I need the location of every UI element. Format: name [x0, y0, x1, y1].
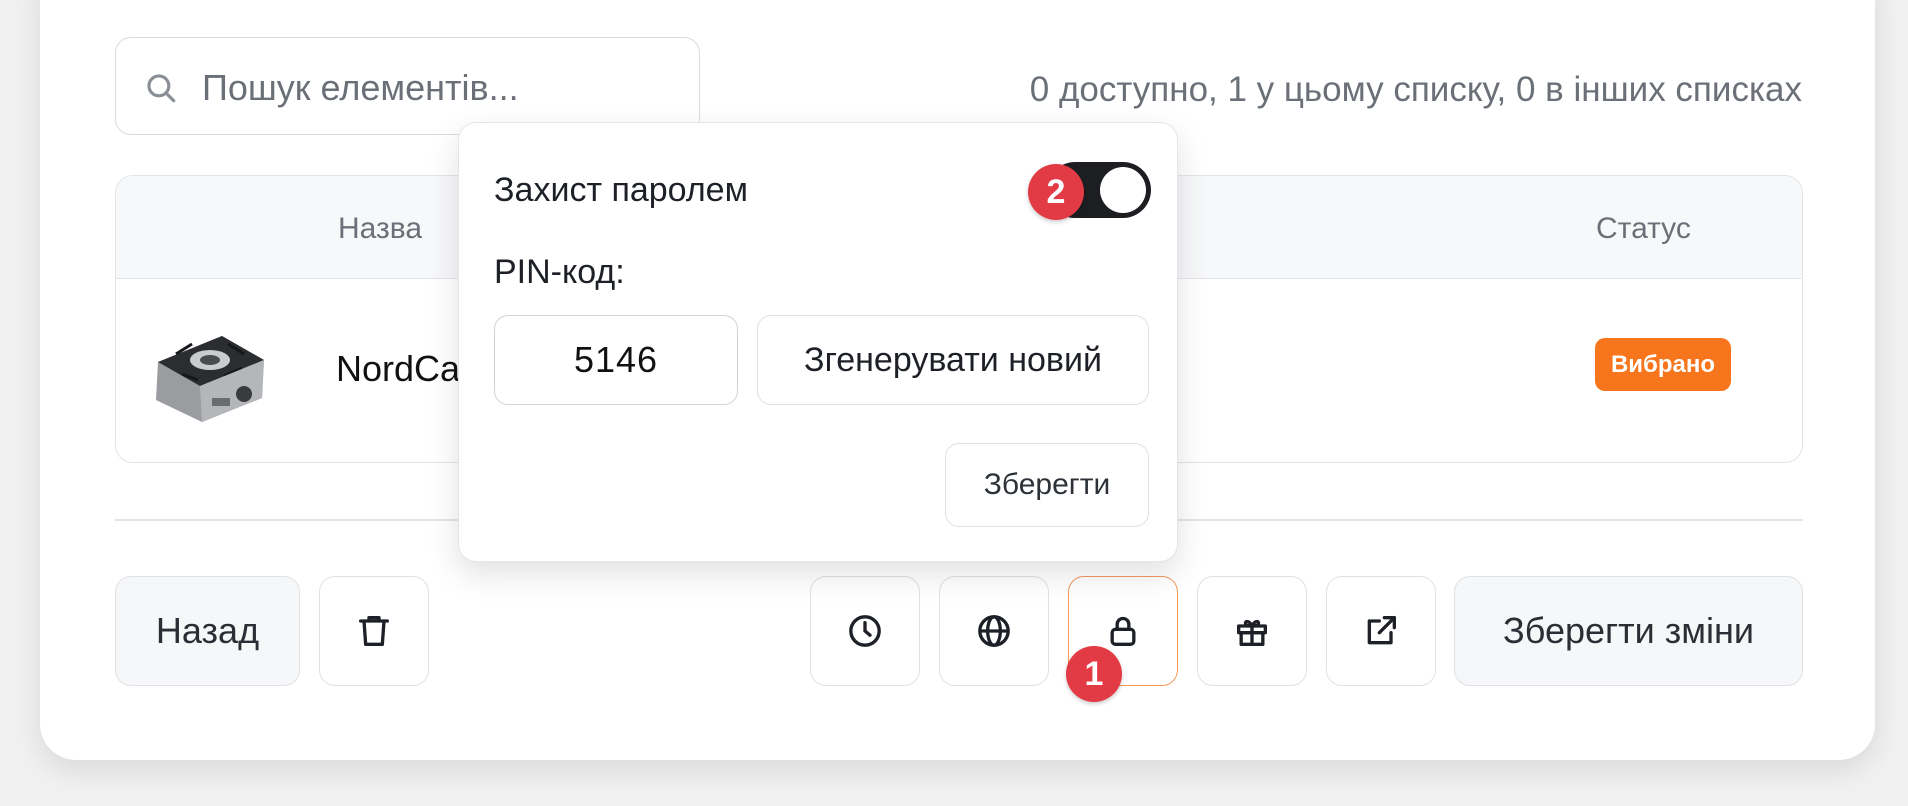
pin-label: PIN-код:: [494, 253, 625, 291]
toggle-knob: [1100, 167, 1146, 213]
back-button[interactable]: Назад: [115, 576, 300, 686]
generate-pin-button[interactable]: Згенерувати новий: [757, 315, 1149, 405]
search-box[interactable]: [115, 37, 700, 135]
search-input[interactable]: [200, 62, 674, 114]
external-link-icon: [1367, 616, 1396, 645]
pin-input[interactable]: [494, 315, 738, 405]
lock-icon: [1110, 616, 1136, 646]
gift-button[interactable]: [1197, 576, 1307, 686]
open-external-button[interactable]: [1326, 576, 1436, 686]
step-marker-1: 1: [1066, 646, 1122, 702]
save-changes-label: Зберегти зміни: [1503, 610, 1754, 651]
language-button[interactable]: [939, 576, 1049, 686]
popover-title: Захист паролем: [494, 171, 748, 209]
save-pin-button[interactable]: Зберегти: [945, 443, 1149, 527]
globe-icon: [978, 615, 1010, 647]
clock-icon: [849, 615, 881, 647]
item-name: NordCa: [336, 348, 461, 389]
back-button-label: Назад: [155, 610, 260, 651]
save-changes-button[interactable]: Зберегти зміни: [1454, 576, 1803, 686]
schedule-button[interactable]: [810, 576, 920, 686]
column-header-name: Назва: [338, 212, 423, 245]
gift-icon: [1237, 619, 1267, 646]
product-thumbnail: [152, 314, 268, 426]
step-marker-2: 2: [1028, 164, 1084, 220]
search-icon: [147, 74, 176, 103]
column-header-status: Статус: [1596, 212, 1691, 245]
status-badge: Вибрано: [1595, 338, 1731, 391]
save-pin-label: Зберегти: [983, 468, 1111, 501]
availability-summary: 0 доступно, 1 у цьому списку, 0 в інших …: [1029, 70, 1802, 109]
trash-icon: [359, 616, 389, 646]
delete-button[interactable]: [319, 576, 429, 686]
generate-pin-label: Згенерувати новий: [804, 340, 1102, 379]
